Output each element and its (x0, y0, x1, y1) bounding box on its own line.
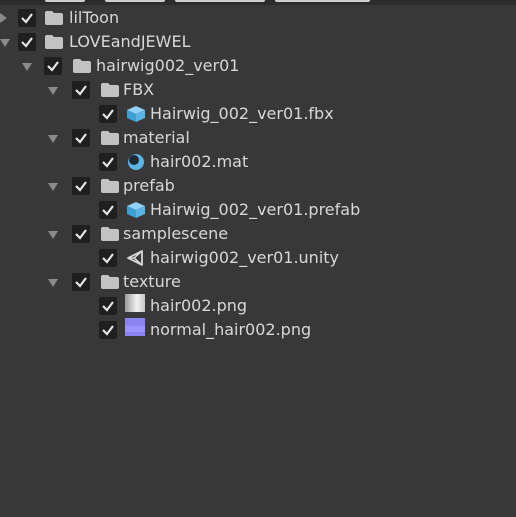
expanded-arrow-icon[interactable] (48, 231, 58, 239)
expanded-arrow-icon[interactable] (48, 183, 58, 191)
tree-row-liltoon[interactable]: lilToon (0, 6, 516, 30)
collapsed-arrow-icon[interactable] (0, 13, 7, 23)
checkbox[interactable] (72, 129, 90, 147)
checkbox[interactable] (18, 33, 36, 51)
checkbox[interactable] (99, 201, 117, 219)
tree-item-label: samplescene (123, 224, 229, 243)
tree-item-label: prefab (123, 176, 175, 195)
tree-item-label: hairwig002_ver01 (96, 56, 240, 75)
tree-row-samplescene[interactable]: samplescene (0, 222, 516, 246)
expanded-arrow-icon[interactable] (0, 39, 10, 47)
checkbox[interactable] (72, 81, 90, 99)
folder-icon (101, 227, 119, 241)
folder-icon (45, 11, 63, 25)
expanded-arrow-icon[interactable] (48, 87, 58, 95)
tree-item-label: Hairwig_002_ver01.fbx (150, 104, 334, 123)
tree-item-label: LOVEandJEWEL (69, 32, 191, 51)
tree-row-unity-file[interactable]: hairwig002_ver01.unity (0, 246, 516, 270)
tree-row-hair-png[interactable]: hair002.png (0, 294, 516, 318)
checkbox[interactable] (99, 105, 117, 123)
tree-row-fbx-file[interactable]: Hairwig_002_ver01.fbx (0, 102, 516, 126)
folder-icon (101, 179, 119, 193)
tree-item-label: hair002.png (150, 296, 248, 315)
tree-row-prefab-file[interactable]: Hairwig_002_ver01.prefab (0, 198, 516, 222)
prefab-cube-icon (127, 202, 145, 218)
tree-row-loveandjewel[interactable]: LOVEandJEWEL (0, 30, 516, 54)
expanded-arrow-icon[interactable] (48, 279, 58, 287)
checkbox[interactable] (99, 153, 117, 171)
tree-item-label: hair002.mat (150, 152, 249, 171)
folder-icon (101, 131, 119, 145)
normal-map-thumbnail-icon (125, 318, 145, 336)
model-cube-icon (127, 106, 145, 122)
tree-row-mat-file[interactable]: hair002.mat (0, 150, 516, 174)
tree-item-label: material (123, 128, 190, 147)
checkbox[interactable] (72, 225, 90, 243)
checkbox[interactable] (44, 57, 62, 75)
tree-item-label: hairwig002_ver01.unity (150, 248, 339, 267)
folder-icon (73, 59, 91, 73)
expanded-arrow-icon[interactable] (22, 63, 32, 71)
checkbox[interactable] (99, 249, 117, 267)
tree-item-label: FBX (123, 80, 155, 99)
folder-icon (101, 83, 119, 97)
checkbox[interactable] (99, 321, 117, 339)
tree-item-label: Hairwig_002_ver01.prefab (150, 200, 361, 219)
expanded-arrow-icon[interactable] (48, 135, 58, 143)
checkbox[interactable] (18, 9, 36, 27)
unity-scene-icon (127, 250, 143, 266)
folder-icon (101, 275, 119, 289)
tree-item-label: texture (123, 272, 181, 291)
tree-row-prefab[interactable]: prefab (0, 174, 516, 198)
checkbox[interactable] (99, 297, 117, 315)
folder-icon (45, 35, 63, 49)
tree-item-label: lilToon (69, 8, 120, 27)
checkbox[interactable] (72, 177, 90, 195)
tree-row-hairwig002-ver01[interactable]: hairwig002_ver01 (0, 54, 516, 78)
tree-row-texture[interactable]: texture (0, 270, 516, 294)
checkbox[interactable] (72, 273, 90, 291)
tree-row-fbx[interactable]: FBX (0, 78, 516, 102)
tree-row-material[interactable]: material (0, 126, 516, 150)
texture-thumbnail-icon (125, 294, 145, 312)
clipped-row (0, 0, 516, 3)
tree-item-label: normal_hair002.png (150, 320, 312, 339)
material-sphere-icon (128, 154, 144, 170)
tree-row-normal-png[interactable]: normal_hair002.png (0, 318, 516, 342)
